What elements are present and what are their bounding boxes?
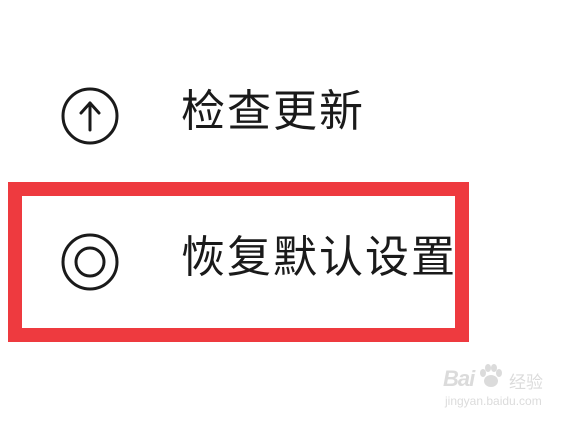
menu-item-check-update[interactable]: 检查更新 (0, 56, 577, 176)
watermark-url: jingyan.baidu.com (445, 394, 542, 408)
watermark-suffix: 经验 (509, 373, 543, 393)
menu-item-restore-defaults[interactable]: 恢复默认设置 (0, 202, 577, 322)
baidu-jingyan-watermark: Bai 经验 jingyan.baidu.com (443, 364, 563, 416)
watermark-logo: Bai (443, 366, 475, 391)
menu-item-label: 恢复默认设置 (181, 232, 457, 283)
radio-target-icon (60, 232, 120, 292)
menu-item-label: 检查更新 (181, 86, 365, 137)
arrow-up-circle-icon (60, 86, 120, 146)
paw-icon (477, 362, 505, 390)
